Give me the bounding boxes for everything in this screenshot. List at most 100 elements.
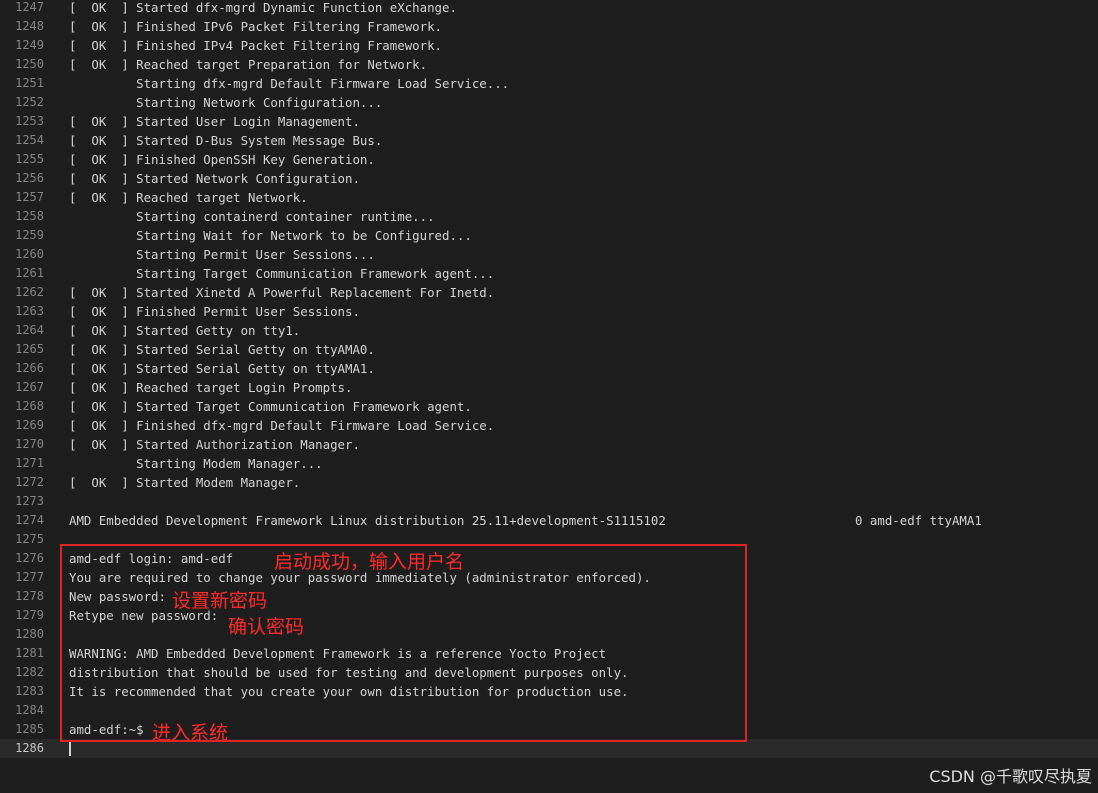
- line-number: 1283: [15, 684, 44, 698]
- line-number: 1263: [15, 304, 44, 318]
- line-number: 1252: [15, 95, 44, 109]
- line-number: 1249: [15, 38, 44, 52]
- line-number: 1248: [15, 19, 44, 33]
- log-text: [ OK ] Started Serial Getty on ttyAMA0.: [69, 342, 375, 357]
- line-number: 1275: [15, 532, 44, 546]
- log-line: 1268 [ OK ] Started Target Communication …: [0, 397, 1098, 416]
- line-number: 1254: [15, 133, 44, 147]
- line-number: 1282: [15, 665, 44, 679]
- tty-indicator: 0 amd-edf ttyAMA1: [855, 513, 982, 528]
- line-number: 1274: [15, 513, 44, 527]
- line-number: 1250: [15, 57, 44, 71]
- line-number: 1255: [15, 152, 44, 166]
- line-number: 1285: [15, 722, 44, 736]
- line-number: 1268: [15, 399, 44, 413]
- log-text: Starting Permit User Sessions...: [69, 247, 375, 262]
- log-line: 1257 [ OK ] Reached target Network.: [0, 188, 1098, 207]
- line-number: 1272: [15, 475, 44, 489]
- log-line: 1255 [ OK ] Finished OpenSSH Key Generati…: [0, 150, 1098, 169]
- line-number: 1276: [15, 551, 44, 565]
- log-line: 1248 [ OK ] Finished IPv6 Packet Filterin…: [0, 17, 1098, 36]
- text-cursor: [69, 741, 71, 756]
- log-line: 1262 [ OK ] Started Xinetd A Powerful Rep…: [0, 283, 1098, 302]
- log-text: [ OK ] Started Target Communication Fram…: [69, 399, 472, 414]
- line-number: 1267: [15, 380, 44, 394]
- log-line: 1269 [ OK ] Finished dfx-mgrd Default Fir…: [0, 416, 1098, 435]
- log-text: [ OK ] Started D-Bus System Message Bus.: [69, 133, 383, 148]
- log-line: 1258 Starting containerd container runti…: [0, 207, 1098, 226]
- log-text: [ OK ] Started Xinetd A Powerful Replace…: [69, 285, 495, 300]
- annotation-login-success: 启动成功，输入用户名: [274, 551, 465, 573]
- log-text: Starting containerd container runtime...: [69, 209, 435, 224]
- log-line: 1267 [ OK ] Reached target Login Prompts.: [0, 378, 1098, 397]
- log-line: 1253 [ OK ] Started User Login Management…: [0, 112, 1098, 131]
- log-line: 1254 [ OK ] Started D-Bus System Message …: [0, 131, 1098, 150]
- line-number: 1264: [15, 323, 44, 337]
- log-text: Starting Wait for Network to be Configur…: [69, 228, 472, 243]
- line-number: 1265: [15, 342, 44, 356]
- log-line: 1250 [ OK ] Reached target Preparation fo…: [0, 55, 1098, 74]
- log-text: [ OK ] Reached target Login Prompts.: [69, 380, 353, 395]
- log-text: [ OK ] Finished dfx-mgrd Default Firmwar…: [69, 418, 495, 433]
- log-line: 1247 [ OK ] Started dfx-mgrd Dynamic Func…: [0, 0, 1098, 17]
- line-number: 1284: [15, 703, 44, 717]
- line-number: 1280: [15, 627, 44, 641]
- line-number: 1262: [15, 285, 44, 299]
- line-number: 1273: [15, 494, 44, 508]
- log-text: [ OK ] Started Getty on tty1.: [69, 323, 301, 338]
- log-line: 1272 [ OK ] Started Modem Manager.: [0, 473, 1098, 492]
- log-text: [ OK ] Reached target Network.: [69, 190, 308, 205]
- line-number: 1266: [15, 361, 44, 375]
- log-line: 1264 [ OK ] Started Getty on tty1.: [0, 321, 1098, 340]
- log-line: 1271 Starting Modem Manager...: [0, 454, 1098, 473]
- line-number: 1253: [15, 114, 44, 128]
- annotation-confirm-password: 确认密码: [228, 616, 305, 638]
- line-number: 1257: [15, 190, 44, 204]
- line-number: 1277: [15, 570, 44, 584]
- line-number: 1251: [15, 76, 44, 90]
- log-text: Starting Network Configuration...: [69, 95, 383, 110]
- distribution-banner: AMD Embedded Development Framework Linux…: [69, 513, 666, 528]
- line-number: 1286: [15, 741, 44, 755]
- line-number: 1278: [15, 589, 44, 603]
- log-line: 1260 Starting Permit User Sessions...: [0, 245, 1098, 264]
- log-text: [ OK ] Finished OpenSSH Key Generation.: [69, 152, 375, 167]
- log-line: 1265 [ OK ] Started Serial Getty on ttyAM…: [0, 340, 1098, 359]
- log-line: 1251 Starting dfx-mgrd Default Firmware …: [0, 74, 1098, 93]
- annotation-set-new-password: 设置新密码: [172, 590, 268, 612]
- log-text: [ OK ] Started User Login Management.: [69, 114, 360, 129]
- annotation-enter-system: 进入系统: [152, 722, 229, 744]
- log-text: [ OK ] Finished Permit User Sessions.: [69, 304, 360, 319]
- log-text: [ OK ] Started Modem Manager.: [69, 475, 301, 490]
- log-text: [ OK ] Started Authorization Manager.: [69, 437, 360, 452]
- line-number: 1279: [15, 608, 44, 622]
- log-line-banner: 1274 AMD Embedded Development Framework L…: [0, 511, 1098, 530]
- log-line: 1249 [ OK ] Finished IPv4 Packet Filterin…: [0, 36, 1098, 55]
- line-number: 1271: [15, 456, 44, 470]
- line-number: 1258: [15, 209, 44, 223]
- log-text: Starting Target Communication Framework …: [69, 266, 495, 281]
- log-text: [ OK ] Started Serial Getty on ttyAMA1.: [69, 361, 375, 376]
- log-text: Starting dfx-mgrd Default Firmware Load …: [69, 76, 510, 91]
- log-line: 1263 [ OK ] Finished Permit User Sessions…: [0, 302, 1098, 321]
- log-line: 1273: [0, 492, 1098, 511]
- log-line: 1256 [ OK ] Started Network Configuration…: [0, 169, 1098, 188]
- log-text: [ OK ] Finished IPv4 Packet Filtering Fr…: [69, 38, 442, 53]
- line-number: 1269: [15, 418, 44, 432]
- log-line: 1266 [ OK ] Started Serial Getty on ttyAM…: [0, 359, 1098, 378]
- watermark: CSDN @千歌叹尽执夏: [929, 767, 1092, 786]
- line-number: 1261: [15, 266, 44, 280]
- log-line: 1252 Starting Network Configuration...: [0, 93, 1098, 112]
- log-text: Starting Modem Manager...: [69, 456, 323, 471]
- line-number: 1259: [15, 228, 44, 242]
- log-text: [ OK ] Started dfx-mgrd Dynamic Function…: [69, 0, 457, 15]
- log-line: 1259 Starting Wait for Network to be Con…: [0, 226, 1098, 245]
- line-number: 1247: [15, 0, 44, 14]
- line-number: 1260: [15, 247, 44, 261]
- log-line: 1270 [ OK ] Started Authorization Manager…: [0, 435, 1098, 454]
- log-text: [ OK ] Finished IPv6 Packet Filtering Fr…: [69, 19, 442, 34]
- line-number: 1270: [15, 437, 44, 451]
- log-text: [ OK ] Reached target Preparation for Ne…: [69, 57, 428, 72]
- log-line: 1261 Starting Target Communication Frame…: [0, 264, 1098, 283]
- line-number: 1256: [15, 171, 44, 185]
